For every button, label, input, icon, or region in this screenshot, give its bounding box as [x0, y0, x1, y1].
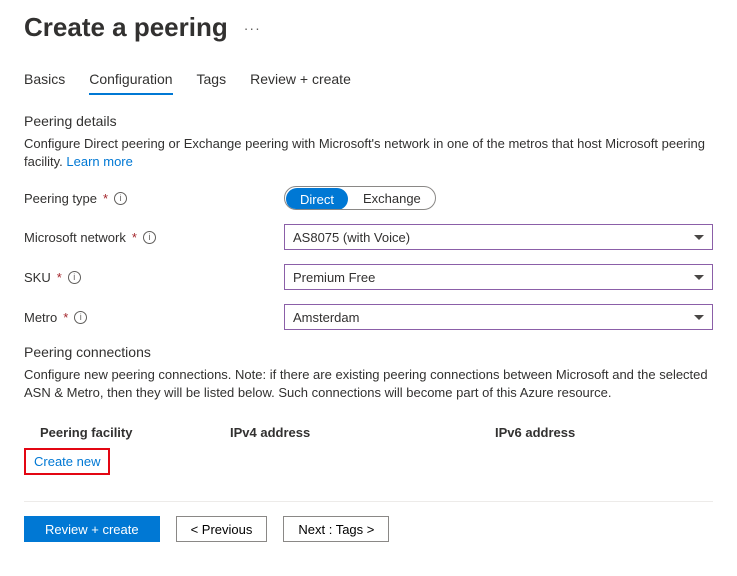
more-actions-icon[interactable]: ···	[240, 16, 265, 40]
metro-select[interactable]: Amsterdam	[284, 304, 713, 330]
peering-type-label: Peering type	[24, 191, 97, 206]
microsoft-network-label: Microsoft network	[24, 230, 126, 245]
chevron-down-icon	[694, 275, 704, 280]
peering-connections-heading: Peering connections	[24, 344, 713, 360]
info-icon[interactable]: i	[143, 231, 156, 244]
peering-connections-description: Configure new peering connections. Note:…	[24, 366, 713, 401]
sku-value: Premium Free	[293, 270, 375, 285]
col-ipv6: IPv6 address	[495, 425, 713, 440]
peering-type-exchange[interactable]: Exchange	[349, 187, 435, 209]
metro-label: Metro	[24, 310, 57, 325]
col-ipv4: IPv4 address	[230, 425, 495, 440]
learn-more-link[interactable]: Learn more	[66, 154, 132, 169]
info-icon[interactable]: i	[114, 192, 127, 205]
peering-details-description: Configure Direct peering or Exchange pee…	[24, 135, 713, 170]
chevron-down-icon	[694, 315, 704, 320]
previous-button[interactable]: < Previous	[176, 516, 268, 542]
tab-bar: Basics Configuration Tags Review + creat…	[24, 65, 713, 95]
next-button[interactable]: Next : Tags >	[283, 516, 389, 542]
required-marker: *	[132, 230, 137, 245]
create-new-link[interactable]: Create new	[24, 448, 110, 475]
info-icon[interactable]: i	[68, 271, 81, 284]
page-title: Create a peering	[24, 12, 228, 43]
tab-configuration[interactable]: Configuration	[89, 65, 172, 95]
metro-value: Amsterdam	[293, 310, 359, 325]
required-marker: *	[103, 191, 108, 206]
peering-type-direct[interactable]: Direct	[286, 188, 348, 210]
tab-review-create[interactable]: Review + create	[250, 65, 351, 95]
sku-label: SKU	[24, 270, 51, 285]
info-icon[interactable]: i	[74, 311, 87, 324]
peering-type-toggle[interactable]: Direct Exchange	[284, 186, 436, 210]
required-marker: *	[57, 270, 62, 285]
peering-details-heading: Peering details	[24, 113, 713, 129]
microsoft-network-value: AS8075 (with Voice)	[293, 230, 410, 245]
footer-actions: Review + create < Previous Next : Tags >	[24, 501, 713, 542]
tab-tags[interactable]: Tags	[197, 65, 227, 95]
sku-select[interactable]: Premium Free	[284, 264, 713, 290]
chevron-down-icon	[694, 235, 704, 240]
microsoft-network-select[interactable]: AS8075 (with Voice)	[284, 224, 713, 250]
review-create-button[interactable]: Review + create	[24, 516, 160, 542]
tab-basics[interactable]: Basics	[24, 65, 65, 95]
required-marker: *	[63, 310, 68, 325]
connections-table-header: Peering facility IPv4 address IPv6 addre…	[24, 417, 713, 446]
col-peering-facility: Peering facility	[40, 425, 230, 440]
